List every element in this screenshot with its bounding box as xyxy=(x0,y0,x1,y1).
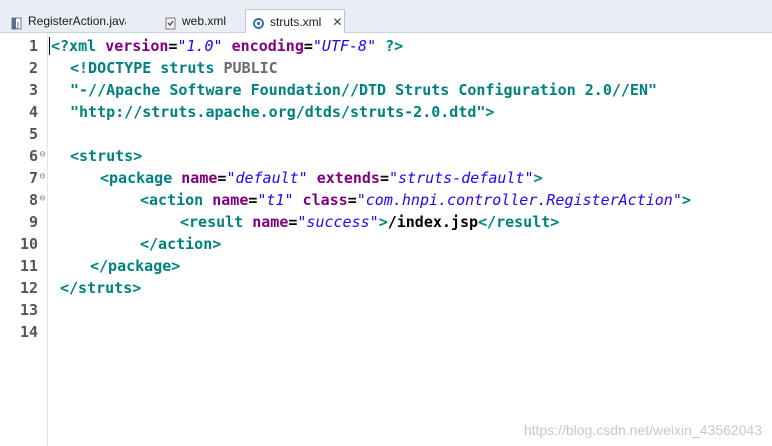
equals-sign: = xyxy=(347,191,357,209)
editor-tab-bar: J RegisterAction.java web.xml struts.xml… xyxy=(0,0,772,33)
line-number: 8 xyxy=(28,191,38,209)
line-number: 13 xyxy=(19,301,38,319)
code-text: <?xml version="1.0" encoding="UTF-8" ?> xyxy=(51,35,403,57)
tab-label: RegisterAction.java xyxy=(28,14,126,28)
doctype-public: PUBLIC xyxy=(223,59,278,77)
code-line: 7 ⊖ <package name="default" extends="str… xyxy=(0,167,772,189)
code-text: <!DOCTYPE struts PUBLIC xyxy=(70,57,278,79)
code-text: <package name="default" extends="struts-… xyxy=(100,167,543,189)
code-line: 5 xyxy=(0,123,772,145)
tag-close: > xyxy=(533,169,543,187)
doctype-keyword: <!DOCTYPE struts xyxy=(70,59,224,77)
attr-value: "t1" xyxy=(257,191,294,209)
code-line: 9 <result name="success">/index.jsp</res… xyxy=(0,211,772,233)
tag-open: <action xyxy=(140,191,213,209)
doctype-system-id: "http://struts.apache.org/dtds/struts-2.… xyxy=(70,103,486,121)
line-number: 3 xyxy=(28,81,38,99)
code-line: 14 xyxy=(0,321,772,343)
line-number: 14 xyxy=(19,323,38,341)
line-number: 1 xyxy=(28,37,38,55)
attr-name: extends xyxy=(307,169,380,187)
attr-value: "UTF-8" xyxy=(312,37,377,55)
attr-value: "com.hnpi.controller.RegisterAction" xyxy=(356,191,682,209)
fold-toggle-icon[interactable]: ⊖ xyxy=(38,172,47,182)
java-file-icon: J xyxy=(10,15,23,29)
code-line: 6 ⊖ <struts> xyxy=(0,145,772,167)
attr-name: name xyxy=(252,213,289,231)
tag-close: > xyxy=(485,103,495,121)
watermark: https://blog.csdn.net/weixin_43562043 xyxy=(523,422,762,438)
line-number: 9 xyxy=(28,213,38,231)
code-line: 13 xyxy=(0,299,772,321)
text-content: /index.jsp xyxy=(387,213,479,231)
attr-name: name xyxy=(212,191,249,209)
attr-name: encoding xyxy=(222,37,304,55)
attr-name: name xyxy=(181,169,218,187)
tab-registeraction-java[interactable]: J RegisterAction.java xyxy=(4,9,126,33)
code-text: "http://struts.apache.org/dtds/struts-2.… xyxy=(70,101,494,123)
struts-close-tag: </struts> xyxy=(60,279,142,297)
line-number: 2 xyxy=(28,59,38,77)
attr-value: "default" xyxy=(226,169,308,187)
struts-config-icon xyxy=(252,15,265,29)
tag-end: </result> xyxy=(478,213,560,231)
code-line: 10 </action> xyxy=(0,233,772,255)
line-number: 12 xyxy=(19,279,38,297)
code-line: 11 </package> xyxy=(0,255,772,277)
tag-open: <package xyxy=(100,169,182,187)
tag-close: > xyxy=(378,213,388,231)
line-number: 5 xyxy=(28,125,38,143)
xml-decl-open: <?xml xyxy=(51,37,106,55)
tab-label: struts.xml xyxy=(270,14,322,29)
tag-close: > xyxy=(681,191,691,209)
action-close-tag: </action> xyxy=(140,235,222,253)
line-number: 7 xyxy=(28,169,38,187)
tag-open: <result xyxy=(180,213,253,231)
xml-decl-close: ?> xyxy=(376,37,404,55)
code-line: 2 <!DOCTYPE struts PUBLIC xyxy=(0,57,772,79)
code-line: 3 "-//Apache Software Foundation//DTD St… xyxy=(0,79,772,101)
line-number: 11 xyxy=(19,257,38,275)
code-line: 8 ⊖ <action name="t1" class="com.hnpi.co… xyxy=(0,189,772,211)
equals-sign: = xyxy=(379,169,389,187)
line-number: 6 xyxy=(28,147,38,165)
close-icon[interactable]: ✕ xyxy=(332,15,342,29)
code-editor[interactable]: 1 <?xml version="1.0" encoding="UTF-8" ?… xyxy=(0,33,772,446)
struts-open-tag: <struts> xyxy=(70,147,143,165)
line-number: 10 xyxy=(19,235,38,253)
attr-name: class xyxy=(293,191,348,209)
xml-file-icon xyxy=(164,15,177,29)
tab-struts-xml[interactable]: struts.xml ✕ xyxy=(245,9,345,33)
svg-text:J: J xyxy=(16,21,19,29)
code-line: 12 </struts> xyxy=(0,277,772,299)
code-line: 1 <?xml version="1.0" encoding="UTF-8" ?… xyxy=(0,35,772,57)
fold-toggle-icon[interactable]: ⊖ xyxy=(38,194,47,204)
attr-value: "success" xyxy=(297,213,379,231)
attr-value: "struts-default" xyxy=(389,169,534,187)
fold-toggle-icon[interactable]: ⊖ xyxy=(38,150,47,160)
line-number: 4 xyxy=(28,103,38,121)
equals-sign: = xyxy=(303,37,313,55)
code-line: 4 "http://struts.apache.org/dtds/struts-… xyxy=(0,101,772,123)
package-close-tag: </package> xyxy=(90,257,181,275)
doctype-public-id: "-//Apache Software Foundation//DTD Stru… xyxy=(70,81,657,99)
tab-web-xml[interactable]: web.xml xyxy=(158,9,240,33)
code-text: <result name="success">/index.jsp</resul… xyxy=(180,211,559,233)
attr-value: "1.0" xyxy=(177,37,223,55)
code-text: <action name="t1" class="com.hnpi.contro… xyxy=(140,189,691,211)
attr-name: version xyxy=(105,37,169,55)
tab-label: web.xml xyxy=(182,14,227,28)
